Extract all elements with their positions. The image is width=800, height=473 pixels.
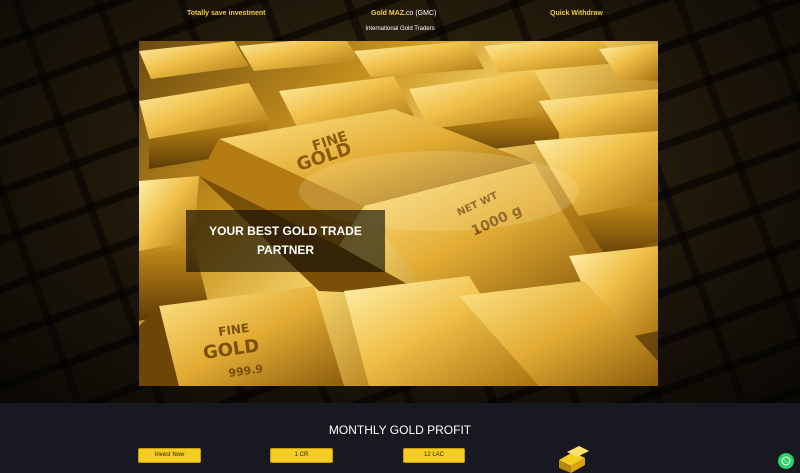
gold-bar-front-row: FINE GOLD 999.9 [139,276,658,386]
hero-banner: FINE GOLD NET WT 1000 g FINE GOLD 999.9 [139,41,658,386]
tagline-safe-investment: Totally save investment [187,10,266,17]
brand-name-main: Gold MAZ. [371,10,406,17]
hero-title: YOUR BEST GOLD TRADE PARTNER [209,224,362,257]
brand-name-suffix: co (GMC) [406,10,437,17]
hero-caption-box: YOUR BEST GOLD TRADE PARTNER [186,210,385,272]
site-subtitle: International Gold Traders [365,26,435,32]
brand-name[interactable]: Gold MAZ.co (GMC) [371,10,436,17]
gold-bar-back-row [139,41,658,81]
whatsapp-phone-glyph [781,456,791,466]
top-header: Totally save investment Gold MAZ.co (GMC… [0,0,800,36]
amount-1cr-button[interactable]: 1 CR [270,448,333,463]
invest-now-button[interactable]: Invest Now [138,448,201,463]
whatsapp-icon[interactable] [778,453,794,469]
monthly-profit-section: MONTHLY GOLD PROFIT Invest Now 1 CR 12 L… [0,403,800,473]
amount-12lac-button[interactable]: 12 LAC [403,448,465,463]
section-title: MONTHLY GOLD PROFIT [328,423,472,437]
tagline-quick-withdraw: Quick Withdraw [550,10,603,17]
gold-bars-icon [559,446,589,473]
